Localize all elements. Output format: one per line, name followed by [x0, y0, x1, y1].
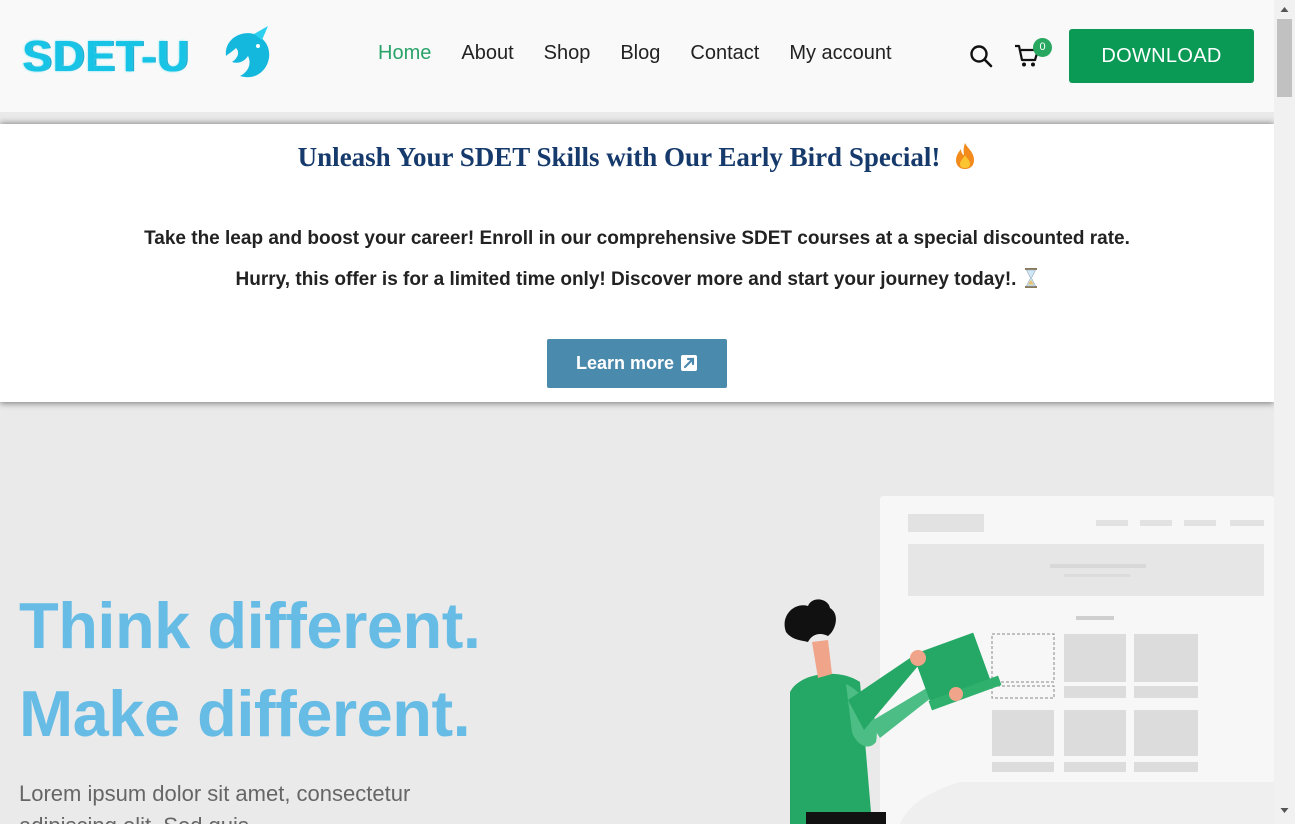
nav-about[interactable]: About: [461, 42, 513, 65]
hero-section: Think different. Make different. Lorem i…: [0, 412, 1274, 824]
unicorn-logo-icon: [225, 26, 270, 78]
nav-shop[interactable]: Shop: [544, 42, 591, 65]
hourglass-icon: [1025, 268, 1038, 288]
external-link-icon: [681, 355, 698, 371]
learn-more-button[interactable]: Learn more: [547, 339, 727, 388]
search-icon[interactable]: [969, 44, 993, 68]
hero-description: Lorem ipsum dolor sit amet, consectetur …: [19, 781, 411, 824]
site-header: SDET-U Home About Shop Blog Contact My a…: [0, 0, 1274, 112]
scroll-down-arrow-icon[interactable]: [1274, 806, 1295, 816]
hero-heading-line-2: Make different.: [19, 677, 471, 750]
nav-contact[interactable]: Contact: [690, 42, 759, 65]
promo-title-row: Unleash Your SDET Skills with Our Early …: [0, 142, 1274, 173]
scrollbar-thumb[interactable]: [1277, 19, 1292, 97]
cart-count-badge: 0: [1033, 38, 1052, 57]
main-nav: Home About Shop Blog Contact My account: [378, 42, 922, 65]
promo-text-line-1: Take the leap and boost your career! Enr…: [144, 228, 1130, 249]
learn-more-label: Learn more: [575, 353, 675, 373]
hero-illustration: [784, 496, 1274, 824]
nav-my-account[interactable]: My account: [789, 42, 891, 65]
hero-heading: Think different. Make different.: [19, 582, 481, 758]
promo-text-line-2: Hurry, this offer is for a limited time …: [235, 269, 1017, 290]
hero-heading-line-1: Think different.: [19, 589, 481, 662]
download-button[interactable]: DOWNLOAD: [1069, 29, 1254, 83]
fire-icon: [956, 143, 975, 169]
promo-banner: Unleash Your SDET Skills with Our Early …: [0, 124, 1274, 402]
nav-home[interactable]: Home: [378, 42, 431, 65]
promo-title: Unleash Your SDET Skills with Our Early …: [297, 142, 941, 172]
promo-text-line-2-row: Hurry, this offer is for a limited time …: [0, 268, 1274, 291]
scroll-up-arrow-icon[interactable]: [1274, 4, 1295, 14]
logo-text: SDET-U: [22, 32, 190, 81]
site-logo[interactable]: SDET-U: [22, 26, 272, 86]
nav-blog[interactable]: Blog: [620, 42, 660, 65]
page-scrollbar[interactable]: [1274, 0, 1295, 824]
